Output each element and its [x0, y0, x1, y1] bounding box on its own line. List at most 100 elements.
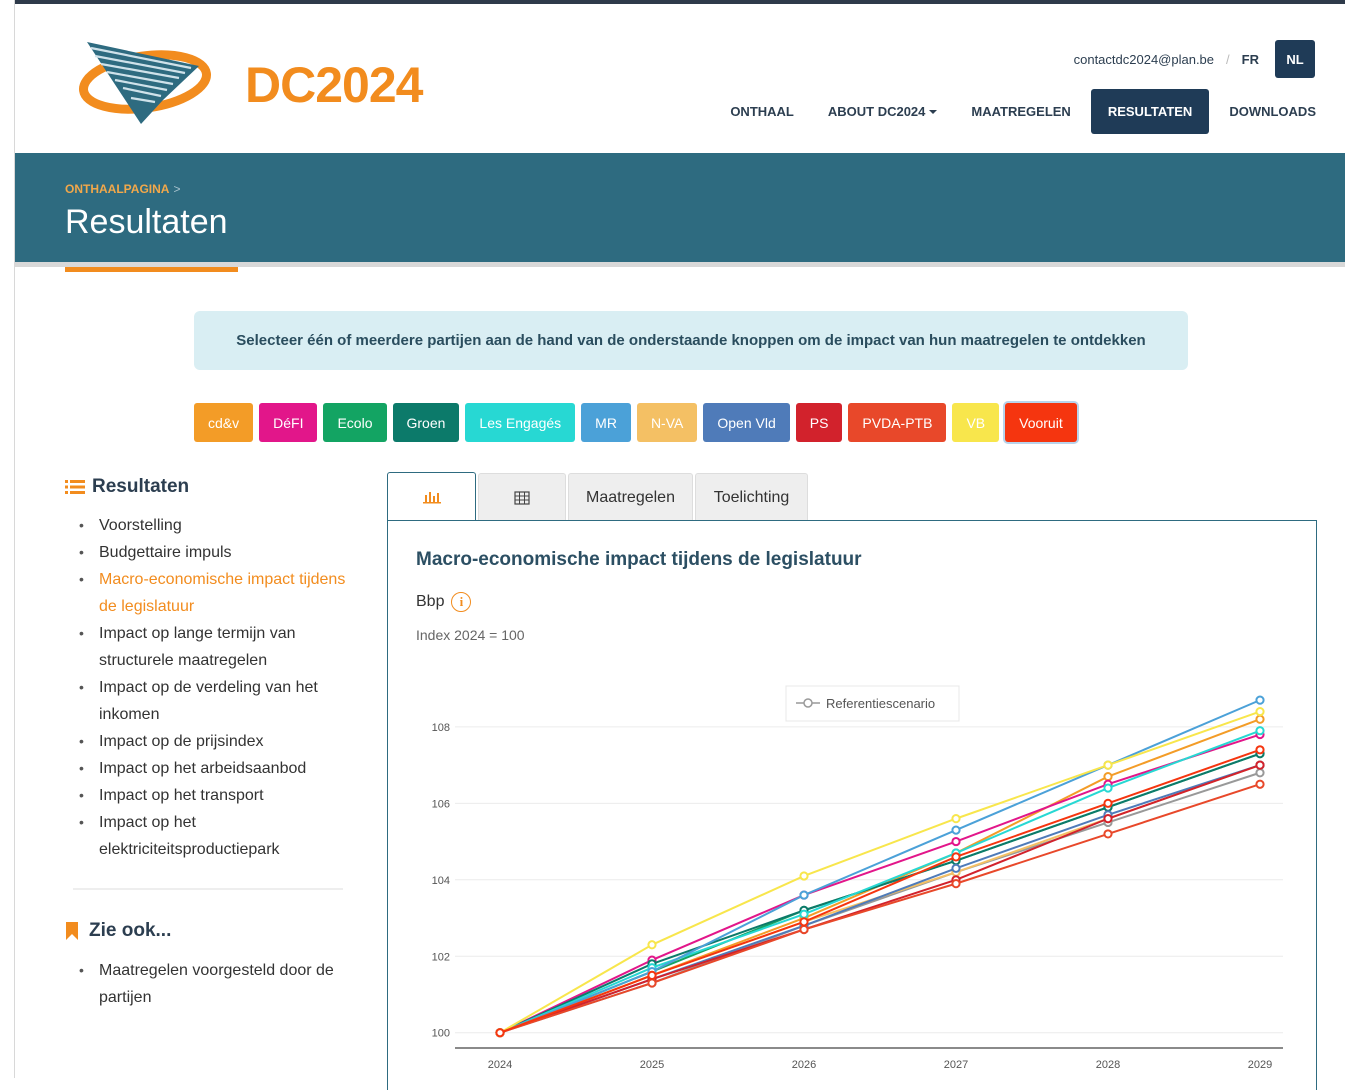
- data-point: [951, 836, 961, 847]
- party-button-mr[interactable]: MR: [581, 403, 631, 442]
- data-point: [1103, 783, 1113, 793]
- instruction-box: Selecteer één of meerdere partijen aan d…: [194, 311, 1188, 370]
- sidebar-item-prijsindex[interactable]: Impact op de prijsindex: [65, 728, 355, 755]
- logo-swoosh-icon: [78, 42, 212, 124]
- data-point: [647, 978, 657, 988]
- breadcrumb-home-link[interactable]: ONTHAALPAGINA: [65, 182, 169, 196]
- data-point: [799, 871, 809, 881]
- party-button-d-fi[interactable]: DéFI: [259, 403, 318, 442]
- data-point: [951, 863, 961, 873]
- result-tabs: Maatregelen Toelichting: [387, 472, 810, 521]
- chart-variable: Bbp i: [416, 592, 472, 612]
- lang-nl-button[interactable]: NL: [1275, 40, 1315, 78]
- party-button-vooruit[interactable]: Vooruit: [1005, 403, 1077, 442]
- contact-email-link[interactable]: contactdc2024@plan.be: [1074, 52, 1214, 67]
- sidebar-item-voorstelling[interactable]: Voorstelling: [65, 512, 355, 539]
- party-button-group: cd&v DéFI Ecolo Groen Les Engagés MR N-VA Open …: [194, 403, 1083, 442]
- list-icon: [65, 480, 85, 494]
- see-also-title-label: Zie ook...: [89, 920, 172, 941]
- lang-separator: /: [1226, 51, 1230, 67]
- party-button-n-va[interactable]: N-VA: [636, 403, 698, 442]
- party-button-groen[interactable]: Groen: [392, 403, 460, 442]
- page: DC2024 contactdc2024@plan.be / FR NL ONT…: [14, 0, 1345, 1090]
- data-point: [1255, 706, 1265, 717]
- tab-maatregelen[interactable]: Maatregelen: [568, 473, 693, 521]
- legend-label: Referentiescenario: [826, 696, 935, 711]
- y-tick-label: 104: [432, 875, 450, 887]
- nav-maatregelen[interactable]: MAATREGELEN: [954, 89, 1087, 134]
- sidebar-nav-list: Voorstelling Budgettaire impuls Macro-ec…: [65, 512, 355, 863]
- sidebar-item-macro-economische-impact[interactable]: Macro-economische impact tijdens de legi…: [65, 566, 355, 620]
- x-tick-label: 2026: [792, 1059, 816, 1071]
- nav-about-dropdown[interactable]: ABOUT DC2024: [811, 89, 955, 134]
- series-line: [499, 752, 1261, 1034]
- data-point: [1255, 695, 1265, 705]
- page-title: Resultaten: [65, 203, 228, 241]
- nav-downloads[interactable]: DOWNLOADS: [1212, 89, 1333, 134]
- nav-onthaal[interactable]: ONTHAAL: [713, 89, 811, 134]
- see-also-item-maatregelen[interactable]: Maatregelen voorgesteld door de partijen: [65, 957, 355, 1011]
- tab-chart[interactable]: [387, 472, 476, 521]
- sidebar-item-elektriciteitsproductiepark[interactable]: Impact op het elektriciteitsproductiepar…: [65, 809, 355, 863]
- sidebar-item-verdeling-inkomen[interactable]: Impact op de verdeling van het inkomen: [65, 674, 355, 728]
- top-bar: [15, 0, 1345, 4]
- chart-panel: Macro-economische impact tijdens de legi…: [387, 520, 1317, 1090]
- tab-table[interactable]: [478, 473, 566, 521]
- party-button-les-engag-s[interactable]: Les Engagés: [465, 403, 576, 442]
- table-icon: [514, 490, 530, 505]
- data-point: [647, 940, 657, 950]
- nav-maatregelen-label: MAATREGELEN: [971, 104, 1071, 119]
- nav-resultaten-label: RESULTATEN: [1107, 104, 1193, 119]
- see-also-title: Zie ook...: [65, 920, 171, 942]
- sidebar-title-label: Resultaten: [92, 476, 190, 497]
- lang-fr-link[interactable]: FR: [1242, 52, 1259, 67]
- nav-resultaten[interactable]: RESULTATEN: [1090, 89, 1210, 134]
- data-point: [951, 825, 961, 835]
- main-nav: ONTHAAL ABOUT DC2024 MAATREGELEN RESULTA…: [713, 89, 1333, 134]
- data-point: [1103, 829, 1113, 839]
- series-line: [499, 783, 1261, 1034]
- data-point: [1255, 714, 1265, 724]
- data-point: [799, 909, 809, 919]
- data-point: [1103, 814, 1113, 824]
- y-tick-label: 102: [432, 951, 450, 963]
- x-tick-label: 2025: [640, 1059, 664, 1071]
- dc2024-logo[interactable]: DC2024: [67, 38, 423, 128]
- series-line: [499, 718, 1261, 1034]
- party-button-pvda-ptb[interactable]: PVDA-PTB: [848, 403, 947, 442]
- info-icon[interactable]: i: [451, 592, 472, 612]
- y-tick-label: 100: [432, 1028, 450, 1040]
- party-button-vb[interactable]: VB: [952, 403, 1000, 442]
- x-tick-label: 2024: [488, 1059, 512, 1071]
- title-accent-bar: [65, 267, 238, 272]
- data-point: [951, 879, 961, 889]
- data-point: [1255, 779, 1265, 789]
- series-line: [499, 699, 1261, 1034]
- sidebar-item-arbeidsaanbod[interactable]: Impact op het arbeidsaanbod: [65, 755, 355, 782]
- party-button-ecolo[interactable]: Ecolo: [323, 403, 387, 442]
- chart-variable-label: Bbp: [416, 593, 445, 610]
- gdp-line-chart: 100 102 104 106 108 2024 2025 2026 2027 2028 2029 R…: [432, 685, 1283, 1071]
- data-point: [1255, 726, 1265, 736]
- sidebar-item-budgettaire-impuls[interactable]: Budgettaire impuls: [65, 539, 355, 566]
- x-tick-label: 2028: [1096, 1059, 1120, 1071]
- party-button-open-vld[interactable]: Open Vld: [703, 403, 790, 442]
- series-line: [499, 752, 1261, 1034]
- sidebar-item-lange-termijn[interactable]: Impact op lange termijn van structurele …: [65, 620, 355, 674]
- sidebar-item-transport[interactable]: Impact op het transport: [65, 782, 355, 809]
- series-line: [499, 748, 1261, 1034]
- data-point: [799, 924, 809, 935]
- data-point: [951, 814, 961, 824]
- data-point: [495, 1028, 505, 1038]
- party-button-cd-v[interactable]: cd&v: [194, 403, 254, 442]
- x-tick-label: 2027: [944, 1059, 968, 1071]
- logo-text: DC2024: [245, 57, 423, 113]
- party-button-ps[interactable]: PS: [795, 403, 843, 442]
- data-point: [1103, 798, 1113, 808]
- tab-toelichting[interactable]: Toelichting: [695, 473, 808, 521]
- bar-chart-icon: [422, 491, 441, 503]
- x-tick-label: 2029: [1248, 1059, 1272, 1071]
- page-banner: ONTHAALPAGINA > Resultaten: [15, 153, 1345, 272]
- nav-onthaal-label: ONTHAAL: [730, 104, 794, 119]
- breadcrumb: ONTHAALPAGINA >: [65, 182, 180, 196]
